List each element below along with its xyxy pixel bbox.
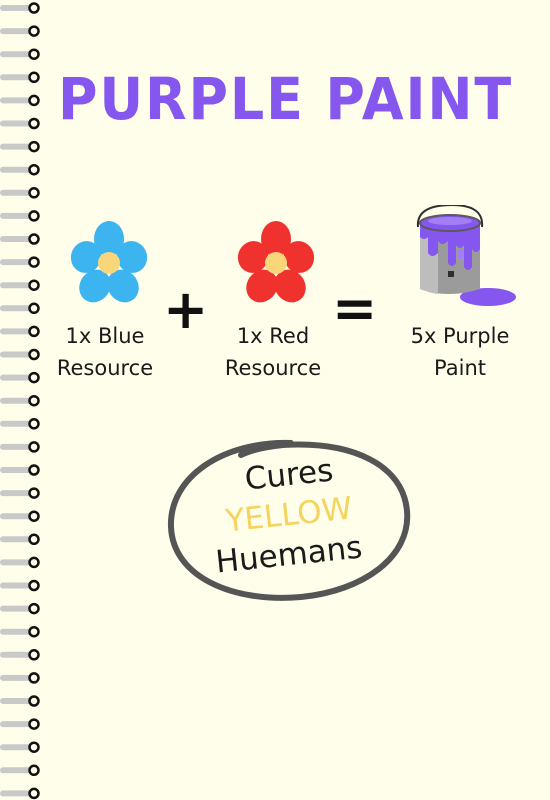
spiral-ring [0, 71, 40, 84]
spiral-ring [0, 579, 40, 592]
red-flower-icon [237, 221, 315, 303]
spiral-ring [0, 302, 40, 315]
spiral-ring [0, 163, 40, 176]
spiral-ring [0, 602, 40, 615]
spiral-ring [0, 371, 40, 384]
blue-flower-icon [70, 221, 148, 303]
purple-paint-quantity: 5x Purple [410, 324, 510, 348]
paint-can-icon [416, 205, 516, 306]
page-title: PURPLE PAINT [58, 65, 514, 133]
spiral-ring [0, 2, 40, 14]
spiral-ring [0, 94, 40, 107]
red-resource-label: 1x Red Resource [208, 320, 338, 384]
spiral-ring [0, 140, 40, 153]
red-resource-quantity: 1x Red [236, 324, 310, 348]
spiral-ring [0, 418, 40, 430]
spiral-ring [0, 464, 40, 476]
spiral-ring [0, 325, 40, 338]
spiral-ring [0, 487, 40, 499]
spiral-ring [0, 25, 40, 37]
spiral-ring [0, 394, 40, 407]
spiral-ring [0, 348, 40, 361]
spiral-ring [0, 787, 40, 800]
spiral-ring [0, 649, 40, 661]
spiral-ring [0, 117, 40, 130]
purple-paint-label: 5x Purple Paint [390, 320, 530, 384]
spiral-ring [0, 695, 40, 707]
blue-resource-label: 1x Blue Resource [40, 320, 170, 384]
spiral-ring [0, 718, 40, 730]
spiral-ring [0, 510, 40, 522]
spiral-ring [0, 533, 40, 546]
red-resource-name: Resource [224, 356, 322, 380]
spiral-ring [0, 625, 40, 638]
spiral-ring [0, 48, 40, 60]
spiral-ring [0, 764, 40, 777]
spiral-ring [0, 279, 40, 291]
blue-resource-quantity: 1x Blue [65, 324, 145, 348]
blue-resource-name: Resource [56, 356, 154, 380]
spiral-ring [0, 256, 40, 268]
spiral-ring [0, 210, 40, 222]
spiral-binding [0, 2, 40, 800]
spiral-ring [0, 441, 40, 453]
recipe-page: PURPLE PAINT + = 1x Blue Resource 1x Red… [0, 0, 550, 800]
purple-paint-name: Paint [434, 356, 486, 380]
spiral-ring [0, 556, 40, 569]
spiral-ring [0, 741, 40, 753]
spiral-ring [0, 187, 40, 199]
spiral-ring [0, 233, 40, 245]
equals-operator: = [332, 277, 378, 340]
spiral-ring [0, 672, 40, 684]
